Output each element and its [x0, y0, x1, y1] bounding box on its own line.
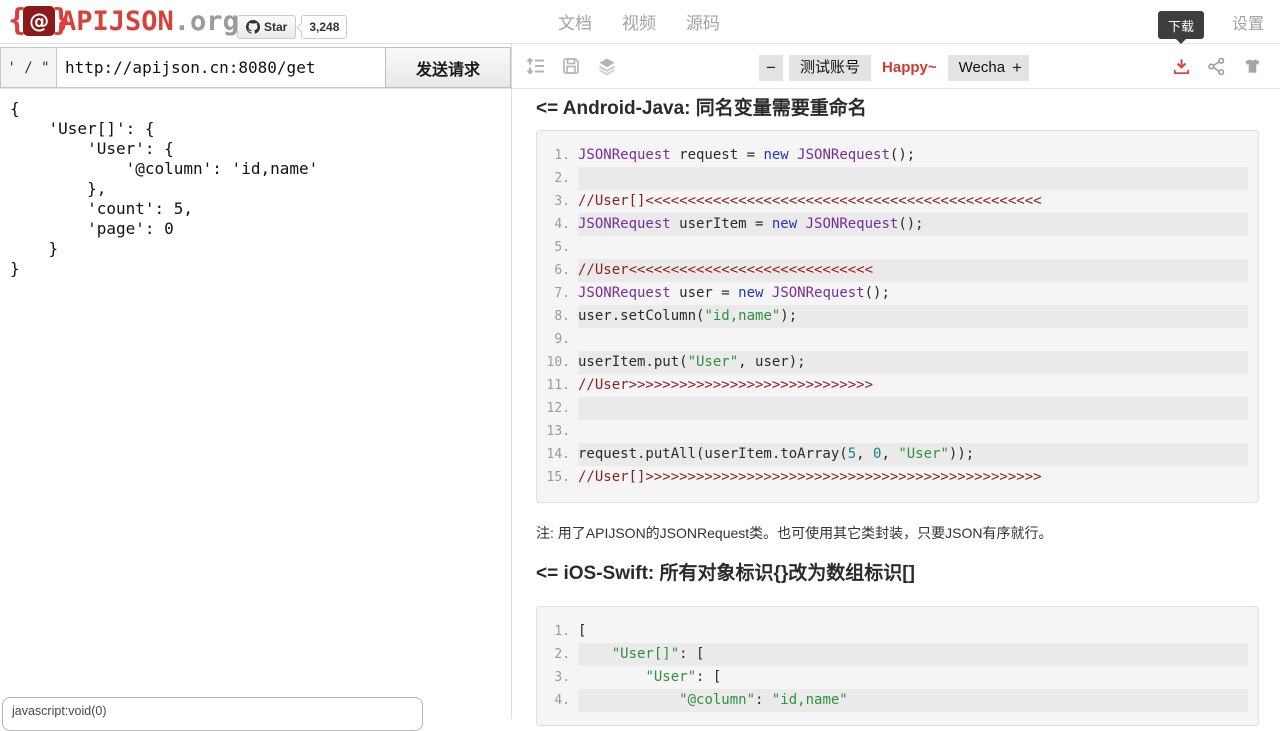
github-icon [246, 20, 260, 34]
code-line: 6.//User<<<<<<<<<<<<<<<<<<<<<<<<<<<<< [537, 259, 1258, 282]
line-number: 6. [537, 259, 578, 282]
send-request-button[interactable]: 发送请求 [385, 47, 511, 88]
line-number: 11. [537, 374, 578, 397]
line-number: 12. [537, 397, 578, 420]
code-line: 1.[ [537, 620, 1258, 643]
panel-divider [511, 43, 512, 719]
line-number: 2. [537, 643, 578, 666]
section-heading-ios: <= iOS-Swift: 所有对象标识{}改为数组标识[] [536, 558, 915, 585]
line-number: 9. [537, 328, 578, 351]
tshirt-icon[interactable] [1243, 57, 1262, 76]
brand-suffix: .org [174, 6, 239, 37]
account-tabs: 测试账号 Happy~ Wechat [789, 55, 1020, 81]
code-line: 7.JSONRequest user = new JSONRequest(); [537, 282, 1258, 305]
code-block-android: 1.JSONRequest request = new JSONRequest(… [536, 130, 1259, 503]
star-label: Star [264, 20, 287, 34]
account-tab-current[interactable]: Happy~ [871, 55, 948, 81]
logo-at-icon: @ [23, 6, 55, 36]
download-tooltip: 下载 [1158, 11, 1204, 39]
save-icon[interactable] [561, 56, 581, 76]
download-icon[interactable] [1172, 57, 1191, 76]
code-line: 5. [537, 236, 1258, 259]
code-line: 1.JSONRequest request = new JSONRequest(… [537, 144, 1258, 167]
remove-account-button[interactable]: − [759, 55, 783, 81]
code-line: 3. "User": [ [537, 666, 1258, 689]
line-number: 8. [537, 305, 578, 328]
share-icon[interactable] [1207, 57, 1226, 76]
code-line: 13. [537, 420, 1258, 443]
section-note: 注: 用了APIJSON的JSONRequest类。也可使用其它类封装，只要JS… [536, 523, 1053, 543]
line-number: 5. [537, 236, 578, 259]
settings-link[interactable]: 设置 [1232, 0, 1264, 43]
link-status-bubble: javascript:void(0) [2, 697, 423, 731]
nav-item-source[interactable]: 源码 [686, 9, 720, 34]
code-line: 9. [537, 328, 1258, 351]
code-line: 4.JSONRequest userItem = new JSONRequest… [537, 213, 1258, 236]
toolbar-divider [0, 88, 1280, 89]
code-line: 14.request.putAll(userItem.toArray(5, 0,… [537, 443, 1258, 466]
line-number: 15. [537, 466, 578, 489]
url-input[interactable] [56, 47, 386, 88]
github-star-count[interactable]: 3,248 [301, 15, 347, 39]
code-line: 2. "User[]": [ [537, 643, 1258, 666]
quote-toggle-button[interactable]: ' / " [0, 47, 57, 88]
line-number: 10. [537, 351, 578, 374]
code-line: 2. [537, 167, 1258, 190]
code-line: 8.user.setColumn("id,name"); [537, 305, 1258, 328]
code-line: 12. [537, 397, 1258, 420]
code-line: 10.userItem.put("User", user); [537, 351, 1258, 374]
header: { @ } APIJSON.org Star 3,248 文档视频源码 设置 [0, 0, 1280, 44]
nav-item-video[interactable]: 视频 [622, 9, 656, 34]
reorder-icon[interactable] [526, 56, 546, 76]
code-line: 11.//User>>>>>>>>>>>>>>>>>>>>>>>>>>>>> [537, 374, 1258, 397]
brand-title[interactable]: APIJSON.org [60, 6, 239, 37]
code-block-ios: 1.[2. "User[]": [3. "User": [4. "@column… [536, 606, 1259, 726]
request-json-editor[interactable]: { 'User[]': { 'User': { '@column': 'id,n… [10, 99, 318, 279]
line-number: 1. [537, 144, 578, 167]
layers-icon[interactable] [597, 56, 617, 76]
code-line: 3.//User[]<<<<<<<<<<<<<<<<<<<<<<<<<<<<<<… [537, 190, 1258, 213]
line-number: 1. [537, 620, 578, 643]
nav-item-docs[interactable]: 文档 [558, 9, 592, 34]
account-tab-test[interactable]: 测试账号 [789, 55, 871, 81]
github-star-widget: Star 3,248 [237, 15, 347, 39]
code-line: 4. "@column": "id,name" [537, 689, 1258, 712]
section-heading-android: <= Android-Java: 同名变量需要重命名 [536, 93, 867, 120]
add-account-button[interactable]: + [1005, 55, 1029, 81]
line-number: 2. [537, 167, 578, 190]
line-number: 4. [537, 213, 578, 236]
line-number: 7. [537, 282, 578, 305]
line-number: 3. [537, 666, 578, 689]
top-nav: 文档 视频 源码 [558, 0, 720, 43]
line-number: 14. [537, 443, 578, 466]
line-number: 3. [537, 190, 578, 213]
line-number: 4. [537, 689, 578, 712]
line-number: 13. [537, 420, 578, 443]
github-star-button[interactable]: Star [237, 15, 296, 39]
code-line: 15.//User[]>>>>>>>>>>>>>>>>>>>>>>>>>>>>>… [537, 466, 1258, 489]
